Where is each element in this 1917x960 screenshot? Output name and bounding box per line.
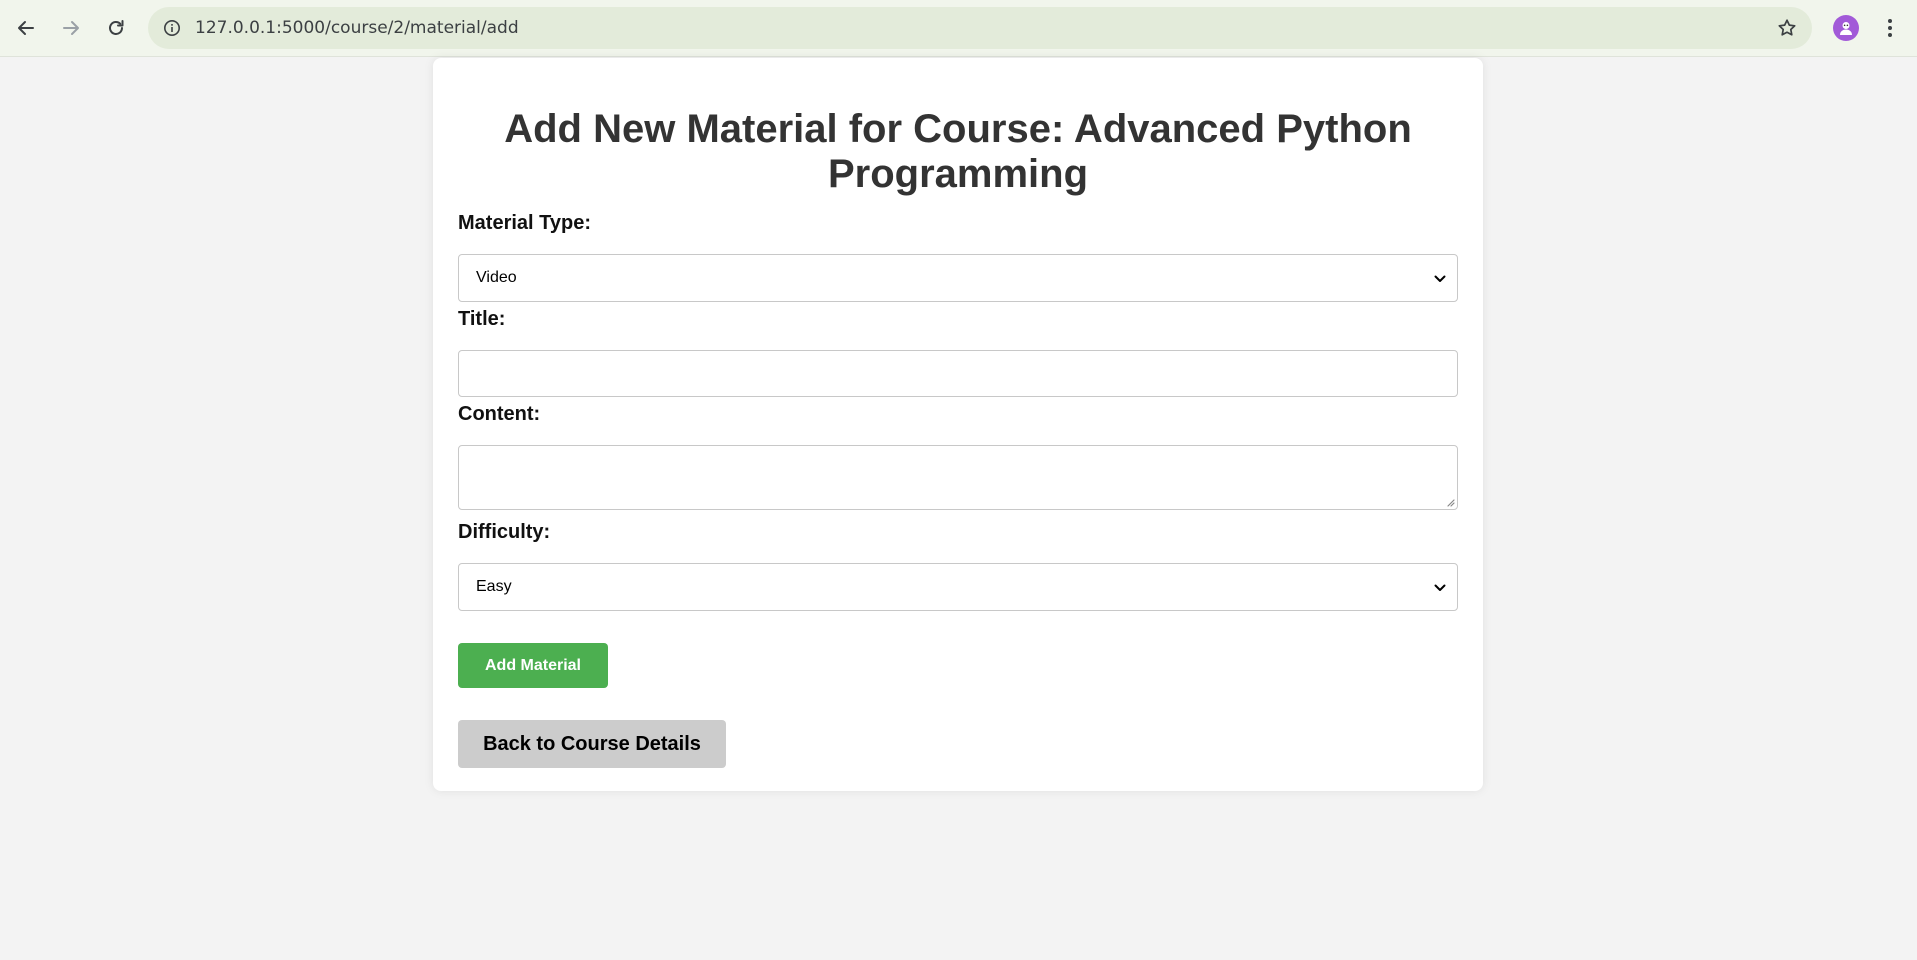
forward-button[interactable] <box>53 10 89 46</box>
kebab-menu-icon <box>1888 19 1892 37</box>
chevron-down-icon <box>1434 275 1446 282</box>
arrow-right-icon <box>63 21 79 35</box>
url-text[interactable]: 127.0.0.1:5000/course/2/material/add <box>195 18 519 38</box>
title-input[interactable] <box>458 350 1458 397</box>
browser-toolbar: 127.0.0.1:5000/course/2/material/add <box>0 0 1917 57</box>
back-to-course-details-button[interactable]: Back to Course Details <box>458 720 726 768</box>
profile-avatar[interactable] <box>1833 15 1859 41</box>
material-type-select[interactable]: Video <box>458 254 1458 302</box>
difficulty-select[interactable]: Easy <box>458 563 1458 611</box>
material-type-label: Material Type: <box>458 212 591 234</box>
title-label: Title: <box>458 308 506 330</box>
browser-menu-button[interactable] <box>1880 14 1900 42</box>
add-material-card: Add New Material for Course: Advanced Py… <box>433 58 1483 791</box>
content-label: Content: <box>458 403 541 425</box>
material-type-value: Video <box>476 269 517 286</box>
content-textarea[interactable] <box>458 445 1458 510</box>
add-material-button[interactable]: Add Material <box>458 643 608 688</box>
difficulty-value: Easy <box>476 578 512 595</box>
site-info-button[interactable] <box>158 14 186 42</box>
info-icon <box>164 20 180 36</box>
resize-handle-icon[interactable] <box>1445 497 1455 507</box>
avatar-icon <box>1840 22 1852 35</box>
difficulty-label: Difficulty: <box>458 521 551 543</box>
star-icon <box>1778 19 1796 36</box>
page-title: Add New Material for Course: Advanced Py… <box>504 107 1412 196</box>
reload-button[interactable] <box>98 10 134 46</box>
back-button[interactable] <box>8 10 44 46</box>
bookmark-button[interactable] <box>1774 15 1800 41</box>
arrow-left-icon <box>18 21 34 35</box>
address-bar[interactable]: 127.0.0.1:5000/course/2/material/add <box>148 7 1812 49</box>
chevron-down-icon <box>1434 584 1446 591</box>
reload-icon <box>109 20 124 35</box>
